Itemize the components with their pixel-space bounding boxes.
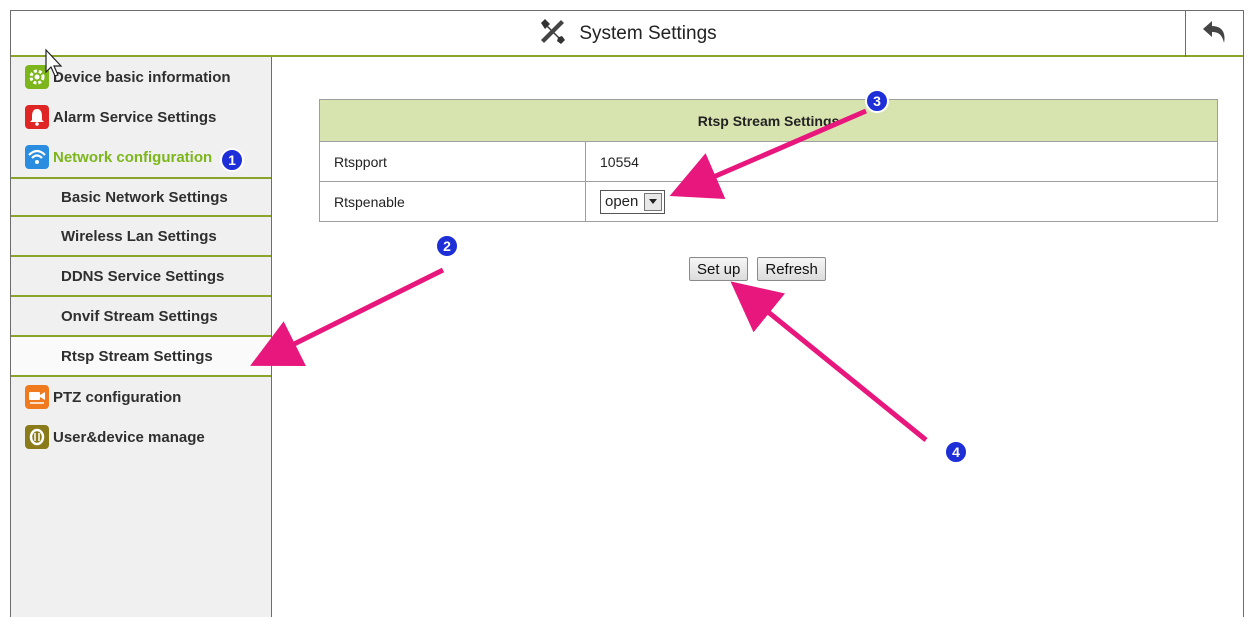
sidebar-item-alarm[interactable]: Alarm Service Settings <box>11 97 271 137</box>
sidebar-subitem-ddns[interactable]: DDNS Service Settings <box>11 257 271 297</box>
rtsp-port-label: Rtspport <box>319 141 586 182</box>
sidebar-item-user-device[interactable]: User&device manage <box>11 417 271 457</box>
sidebar-subitem-wireless-lan[interactable]: Wireless Lan Settings <box>11 217 271 257</box>
rtsp-enable-select[interactable]: open <box>600 189 666 214</box>
back-button[interactable] <box>1185 11 1243 57</box>
rtsp-settings-table: Rtsp Stream Settings Rtspport 10554 Rtsp… <box>319 99 1218 222</box>
rtsp-port-value[interactable]: 10554 <box>585 141 1218 182</box>
gear-icon <box>25 65 49 89</box>
rtsp-enable-selected-value: open <box>605 193 639 210</box>
title-bar: System Settings <box>11 11 1243 57</box>
page-title-group: System Settings <box>11 11 1243 57</box>
sidebar: Device basic information Alarm Service S… <box>11 57 272 617</box>
camera-icon <box>25 385 49 409</box>
table-row: Rtspport 10554 <box>319 141 1218 182</box>
user-icon <box>25 425 49 449</box>
setup-button[interactable]: Set up <box>689 257 749 281</box>
wifi-icon <box>25 145 49 169</box>
refresh-button[interactable]: Refresh <box>757 257 826 281</box>
sidebar-item-label: Network configuration <box>53 148 213 166</box>
back-arrow-icon <box>1201 19 1229 50</box>
app-window: System Settings Device basic information… <box>10 10 1244 617</box>
content-area: Rtsp Stream Settings Rtspport 10554 Rtsp… <box>273 59 1243 617</box>
sidebar-item-ptz[interactable]: PTZ configuration <box>11 377 271 417</box>
sidebar-item-label: User&device manage <box>53 428 205 446</box>
sidebar-item-label: PTZ configuration <box>53 388 182 406</box>
page-title: System Settings <box>579 23 717 44</box>
sidebar-item-network[interactable]: Network configuration <box>11 137 271 177</box>
table-row: Rtspenable open <box>319 181 1218 222</box>
rtsp-enable-label: Rtspenable <box>319 181 586 222</box>
sidebar-item-device-info[interactable]: Device basic information <box>11 57 271 97</box>
sidebar-item-label: Alarm Service Settings <box>53 108 217 126</box>
rtsp-enable-cell: open <box>585 181 1218 222</box>
network-submenu: Basic Network Settings Wireless Lan Sett… <box>11 177 271 377</box>
tools-icon <box>537 17 567 52</box>
sidebar-subitem-basic-network[interactable]: Basic Network Settings <box>11 177 271 217</box>
sidebar-subitem-onvif[interactable]: Onvif Stream Settings <box>11 297 271 337</box>
sidebar-item-label: Device basic information <box>53 68 231 86</box>
bell-icon <box>25 105 49 129</box>
sidebar-subitem-rtsp[interactable]: Rtsp Stream Settings <box>11 337 271 377</box>
action-buttons: Set up Refresh <box>689 257 826 281</box>
panel-title: Rtsp Stream Settings <box>319 99 1218 142</box>
chevron-down-icon <box>644 192 663 211</box>
